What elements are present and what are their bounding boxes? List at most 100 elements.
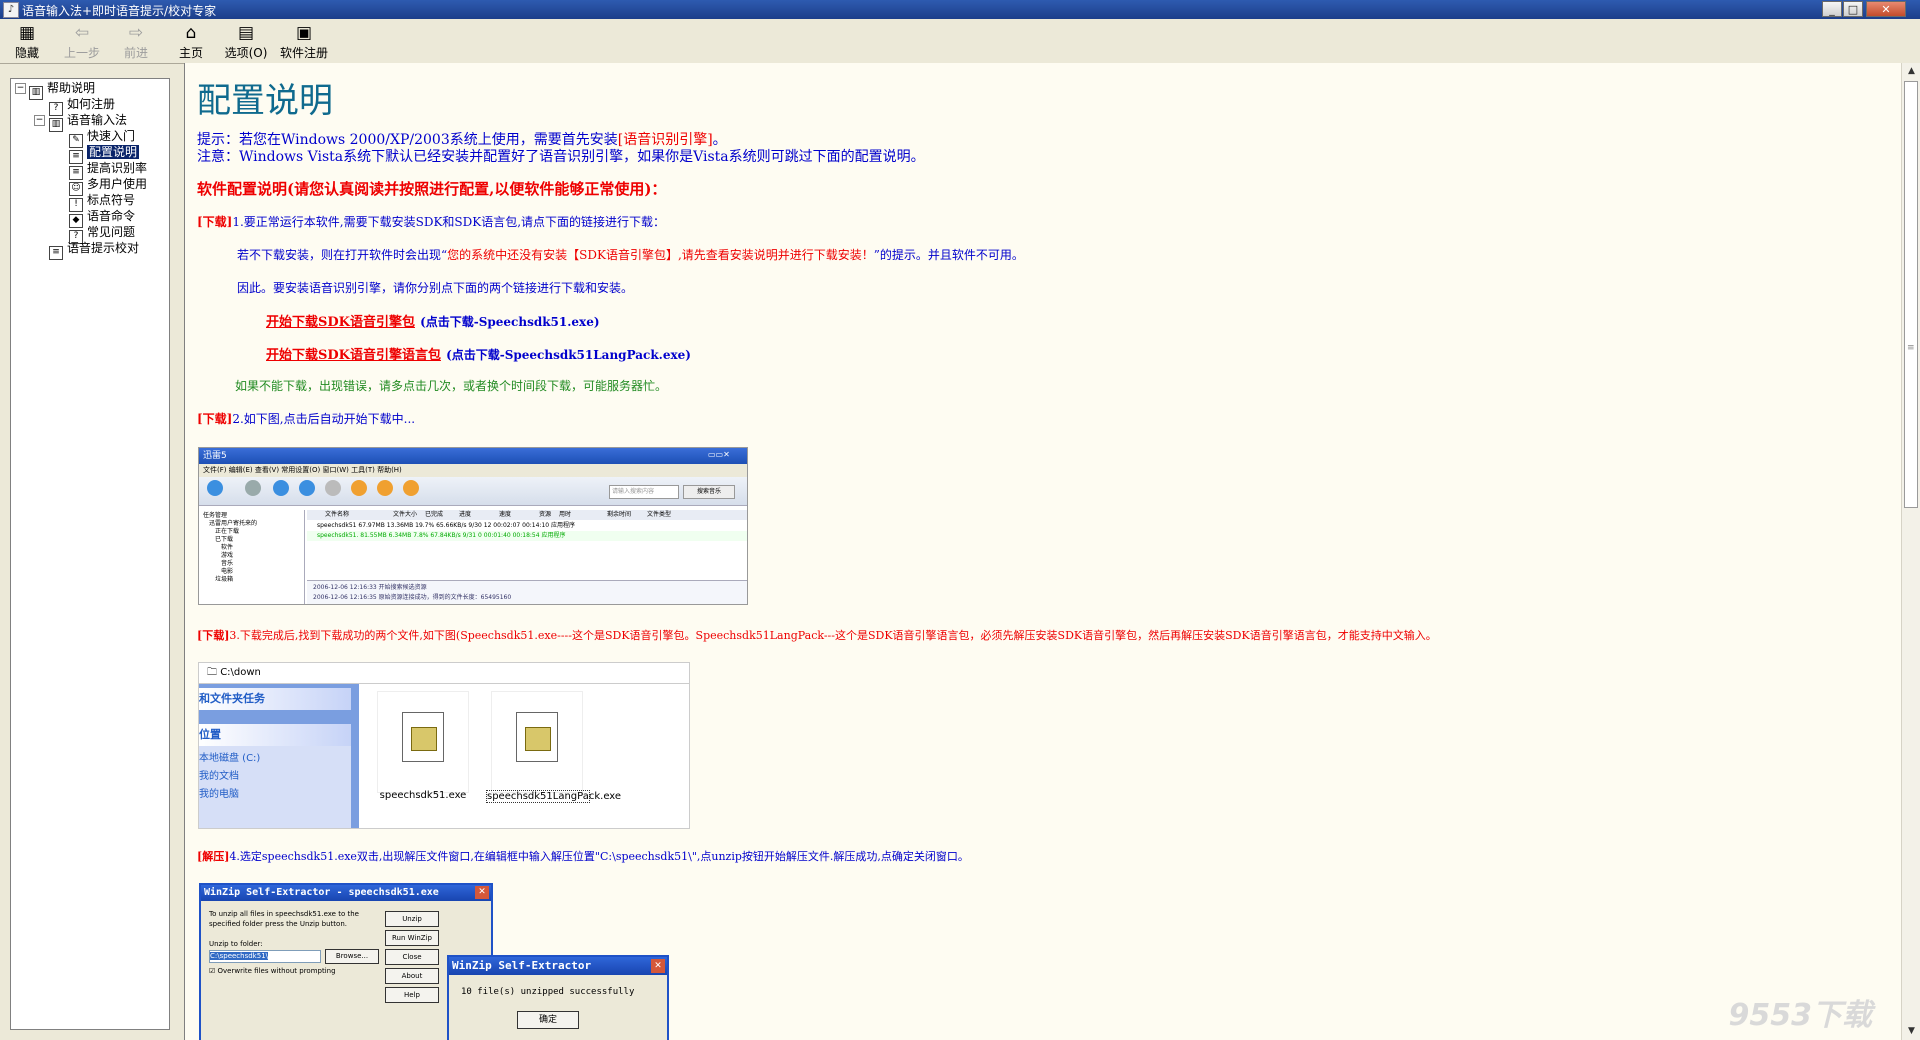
winzip-description: To unzip all files in speechsdk51.exe to…: [209, 910, 359, 928]
folder-task-pane: 和文件夹任务 位置 本地磁盘 (C:) 我的文档 我的电脑: [199, 684, 359, 828]
exe-file-icon: [516, 712, 558, 762]
xunlei-search-button: 搜索音乐: [683, 485, 735, 499]
tree-item-quick-start[interactable]: ✎ 快速入门: [69, 129, 135, 148]
register-button[interactable]: ▣ 软件注册: [276, 22, 332, 62]
back-arrow-icon: ⇦: [74, 23, 90, 43]
tree-item-register[interactable]: ? 如何注册: [49, 97, 115, 116]
winzip-success-popup: WinZip Self-Extractor ✕ 10 file(s) unzip…: [447, 955, 669, 1040]
hide-button[interactable]: ▦ 隐藏: [8, 22, 46, 62]
help-content: 配置说明 提示：若您在Windows 2000/XP/2003系统上使用，需要首…: [184, 63, 1902, 1040]
scroll-grip-icon: ≡: [1907, 343, 1915, 353]
delete-icon: [299, 480, 315, 496]
checkbox-checked-icon: ☑: [209, 967, 218, 975]
download-row-2: 开始下载SDK语音引擎语言包 (点击下载-Speechsdk51LangPack…: [266, 348, 691, 363]
folder-icon: 🗀: [207, 667, 221, 678]
tree-item-punct[interactable]: ! 标点符号: [69, 193, 135, 212]
minimize-button[interactable]: _: [1822, 1, 1842, 17]
collapse-voice-icon[interactable]: −: [34, 115, 45, 126]
download-row-1: 开始下载SDK语音引擎包 (点击下载-Speechsdk51.exe): [266, 315, 600, 330]
step-1-note: 若不下载安装，则在打开软件时会出现“您的系统中还没有安装【SDK语音引擎包】,请…: [237, 248, 1024, 262]
watermark: 9553下载: [1728, 998, 1873, 1033]
folder-places-header: 位置: [199, 724, 351, 746]
back-label: 上一步: [63, 46, 100, 60]
maximize-button[interactable]: □: [1843, 1, 1863, 17]
register-label: 软件注册: [279, 46, 328, 60]
download-langpack-link[interactable]: 开始下载SDK语音引擎语言包: [266, 348, 441, 363]
winzip-close-button: Close: [385, 949, 439, 965]
tree-item-config[interactable]: ≡ 配置说明: [69, 145, 140, 164]
xunlei-tree: 任务管理 迅雷用户寄托来的 正在下载 已下载 软件 游戏 音乐 电影 垃圾箱: [199, 510, 305, 604]
step-4: [解压]4.选定speechsdk51.exe双击,出现解压文件窗口,在编辑框中…: [197, 850, 969, 863]
popup-titlebar: WinZip Self-Extractor: [449, 957, 667, 975]
scroll-down-icon[interactable]: ▼: [1902, 1023, 1920, 1040]
xunlei-titlebar: 迅雷5: [199, 448, 747, 464]
collapse-root-icon[interactable]: −: [15, 83, 26, 94]
book-icon: ▥: [29, 86, 43, 100]
title-bar: ♪ 语音输入法+即时语音提示/校对专家 _ □ ✕: [0, 0, 1920, 19]
help-tree: − ▥ 帮助说明 ? 如何注册 − ▥ 语音输入法 ✎ 快速入门 ≡ 配置说明 ≡ 提高识别…: [10, 78, 170, 1030]
tree-item-proof[interactable]: ≡ 语音提示校对: [49, 241, 139, 260]
tree-item-improve[interactable]: ≡ 提高识别率: [69, 161, 147, 180]
book-icon: ▥: [49, 118, 63, 132]
xunlei-search-input: 请输入搜索内容: [609, 485, 679, 499]
winzip-help-button: Help: [385, 987, 439, 1003]
step-3: [下载]3.下载完成后,找到下载成功的两个文件,如下图(Speechsdk51.…: [197, 629, 1437, 642]
popup-ok-button: 确定: [517, 1011, 579, 1029]
page-title: 配置说明: [197, 81, 333, 121]
winzip-titlebar: WinZip Self-Extractor - speechsdk51.exe: [201, 885, 491, 901]
winzip-run-button: Run WinZip: [385, 930, 439, 946]
back-button[interactable]: ⇦ 上一步: [60, 22, 104, 62]
help-icon: [351, 480, 367, 496]
xunlei-window-buttons-icon: ▭▭✕: [708, 450, 730, 459]
tree-item-root[interactable]: ▥ 帮助说明: [29, 81, 95, 100]
popup-message: 10 file(s) unzipped successfully: [461, 987, 635, 997]
forum-icon: [377, 480, 393, 496]
options-button[interactable]: ▤ 选项(O): [222, 22, 270, 62]
step-1: [下载]1.要正常运行本软件,需要下载安装SDK和SDK语言包,请点下面的链接进…: [197, 215, 666, 229]
file-speechsdk51[interactable]: speechsdk51.exe: [377, 691, 469, 801]
retry-note: 如果不能下载，出现错误，请多点击几次，或者换个时间段下载，可能服务器忙。: [235, 379, 668, 393]
step-2: [下载]2.如下图,点击后自动开始下载中...: [197, 412, 416, 426]
file-speechsdk51langpack[interactable]: speechsdk51LangPack.exe: [486, 691, 621, 803]
close-button[interactable]: ✕: [1866, 1, 1906, 17]
winzip-folder-input: C:\speechsdk51\: [209, 950, 321, 963]
tree-item-multiuser[interactable]: ☺ 多用户使用: [69, 177, 147, 196]
tree-item-commands[interactable]: ◆ 语音命令: [69, 209, 135, 228]
step-1-note-2: 因此。要安装语音识别引擎，请你分别点下面的两个链接进行下载和安装。: [237, 281, 634, 295]
toolbar: ▦ 隐藏 ⇦ 上一步 ⇨ 前进 ⌂ 主页 ▤ 选项(O) ▣ 软件注册: [0, 19, 1920, 64]
xunlei-screenshot: 迅雷5 ▭▭✕ 文件(F) 编辑(E) 查看(V) 常用设置(O) 窗口(W) …: [198, 447, 748, 605]
xunlei-toolbar: 请输入搜索内容 搜索音乐: [199, 477, 747, 506]
xunlei-row-1: speechsdk51 67.97MB 13.36MB 19.7% 65.66K…: [317, 522, 576, 529]
section-title: 软件配置说明(请您认真阅读并按照进行配置,以便软件能够正常使用)：: [197, 180, 667, 198]
forward-label: 前进: [123, 46, 148, 60]
scroll-up-icon[interactable]: ▲: [1902, 63, 1920, 80]
xunlei-table-header: 文件名称 文件大小 已完成 进度 速度 资源 用时 剩余时间 文件类型: [307, 510, 747, 520]
xunlei-row-2: speechsdk51. 81.55MB 6.34MB 7.8% 67.84KB…: [307, 531, 747, 541]
forward-arrow-icon: ⇨: [128, 23, 144, 43]
xunlei-log: 2006-12-06 12:16:33 开始搜索候选资源 2006-12-06 …: [307, 580, 747, 604]
home-button[interactable]: ⌂ 主页: [174, 22, 208, 62]
pause-icon: [273, 480, 289, 496]
winzip-close-icon: ✕: [475, 886, 489, 899]
home-label: 主页: [178, 46, 203, 60]
options-icon: ▤: [237, 23, 255, 43]
folder-task-header: 和文件夹任务: [199, 688, 351, 710]
login-icon: [403, 480, 419, 496]
content-scrollbar[interactable]: ▲ ≡ ▼: [1901, 63, 1920, 1040]
folder-screenshot: 🗀 C:\down 和文件夹任务 位置 本地磁盘 (C:) 我的文档 我的电脑 …: [198, 662, 690, 829]
scroll-thumb[interactable]: [1904, 81, 1918, 508]
start-icon: [245, 480, 261, 496]
xunlei-menubar: 文件(F) 编辑(E) 查看(V) 常用设置(O) 窗口(W) 工具(T) 帮助…: [199, 464, 747, 477]
winzip-unzip-button: Unzip: [385, 911, 439, 927]
hide-label: 隐藏: [14, 46, 39, 60]
tree-item-voice-input[interactable]: ▥ 语音输入法: [49, 113, 127, 132]
app-icon: ♪: [3, 2, 19, 18]
hide-icon: ▦: [18, 23, 36, 43]
window-title: 语音输入法+即时语音提示/校对专家: [22, 4, 217, 18]
download-sdk-link[interactable]: 开始下载SDK语音引擎包: [266, 315, 415, 330]
forward-button[interactable]: ⇨ 前进: [118, 22, 154, 62]
winzip-browse-button: Browse...: [325, 949, 379, 964]
tree-item-faq[interactable]: ? 常见问题: [69, 225, 135, 244]
tip-line-2: 注意：Windows Vista系统下默认已经安装并配置好了语音识别引擎，如果你…: [197, 149, 925, 165]
register-icon: ▣: [295, 23, 313, 43]
